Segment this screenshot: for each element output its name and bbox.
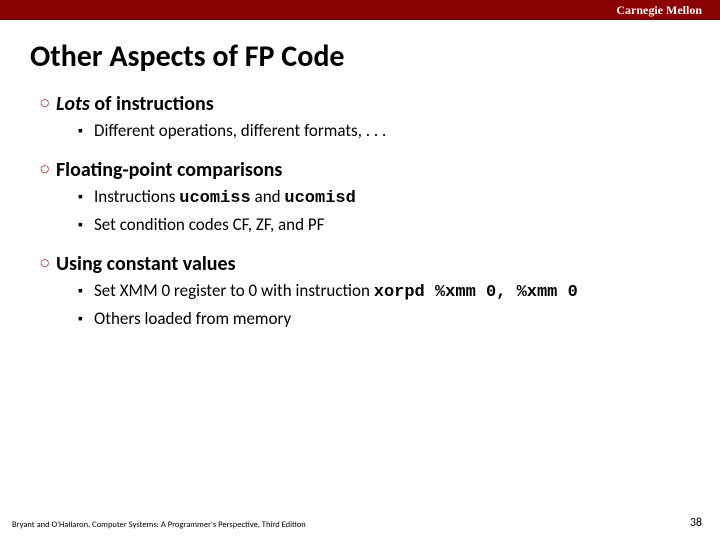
bullet-rest: of instructions <box>90 92 214 116</box>
square-bullet-icon: ▪ <box>78 307 94 331</box>
bullet-rest: Using constant values <box>56 252 236 276</box>
page-number: 38 <box>690 516 702 530</box>
sub-part-mono: ucomiss <box>179 189 250 208</box>
sub-part: Set XMM 0 register to 0 with instruction <box>94 280 374 301</box>
square-bullet-icon: ▪ <box>78 119 94 143</box>
sub-part: Different operations, different formats,… <box>94 120 386 141</box>
sub-text: Set condition codes CF, ZF, and PF <box>94 213 324 237</box>
sub-part: Instructions <box>94 186 179 207</box>
sub-text: Others loaded from memory <box>94 307 291 331</box>
square-bullet-icon: ▪ <box>78 213 94 237</box>
bullet-emph: Lots <box>56 92 90 116</box>
sub-item: ▪ Others loaded from memory <box>78 307 690 331</box>
bullet-item: ◌ Lots of instructions <box>40 91 690 117</box>
bullet-item: ◌ Floating-point comparisons <box>40 157 690 183</box>
brand-text: Carnegie Mellon <box>616 3 702 17</box>
sub-list: ▪ Instructions ucomiss and ucomisd ▪ Set… <box>40 185 690 237</box>
sub-list: ▪ Different operations, different format… <box>40 119 690 143</box>
circle-bullet-icon: ◌ <box>40 91 56 117</box>
sub-text: Instructions ucomiss and ucomisd <box>94 185 356 211</box>
sub-part-mono: xorpd %xmm 0, %xmm 0 <box>374 283 578 302</box>
bullet-item: ◌ Using constant values <box>40 251 690 277</box>
bullet-label: Floating-point comparisons <box>56 157 282 183</box>
circle-bullet-icon: ◌ <box>40 251 56 277</box>
square-bullet-icon: ▪ <box>78 185 94 209</box>
top-bar: Carnegie Mellon <box>0 0 720 20</box>
slide-title: Other Aspects of FP Code <box>0 20 720 91</box>
sub-part-mono: ucomisd <box>284 189 355 208</box>
sub-item: ▪ Different operations, different format… <box>78 119 690 143</box>
sub-part: Others loaded from memory <box>94 308 291 329</box>
bullet-label: Using constant values <box>56 251 236 277</box>
sub-item: ▪ Set XMM 0 register to 0 with instructi… <box>78 279 690 305</box>
bullet-rest: Floating-point comparisons <box>56 158 282 182</box>
sub-item: ▪ Set condition codes CF, ZF, and PF <box>78 213 690 237</box>
sub-part: Set condition codes CF, ZF, and PF <box>94 214 324 235</box>
sub-part: and <box>251 186 285 207</box>
sub-item: ▪ Instructions ucomiss and ucomisd <box>78 185 690 211</box>
sub-text: Set XMM 0 register to 0 with instruction… <box>94 279 578 305</box>
sub-list: ▪ Set XMM 0 register to 0 with instructi… <box>40 279 690 331</box>
content-area: ◌ Lots of instructions ▪ Different opera… <box>0 91 720 331</box>
sub-text: Different operations, different formats,… <box>94 119 386 143</box>
footer-citation: Bryant and O'Hallaron, Computer Systems:… <box>12 520 306 530</box>
circle-bullet-icon: ◌ <box>40 157 56 183</box>
bullet-label: Lots of instructions <box>56 91 214 117</box>
square-bullet-icon: ▪ <box>78 279 94 303</box>
